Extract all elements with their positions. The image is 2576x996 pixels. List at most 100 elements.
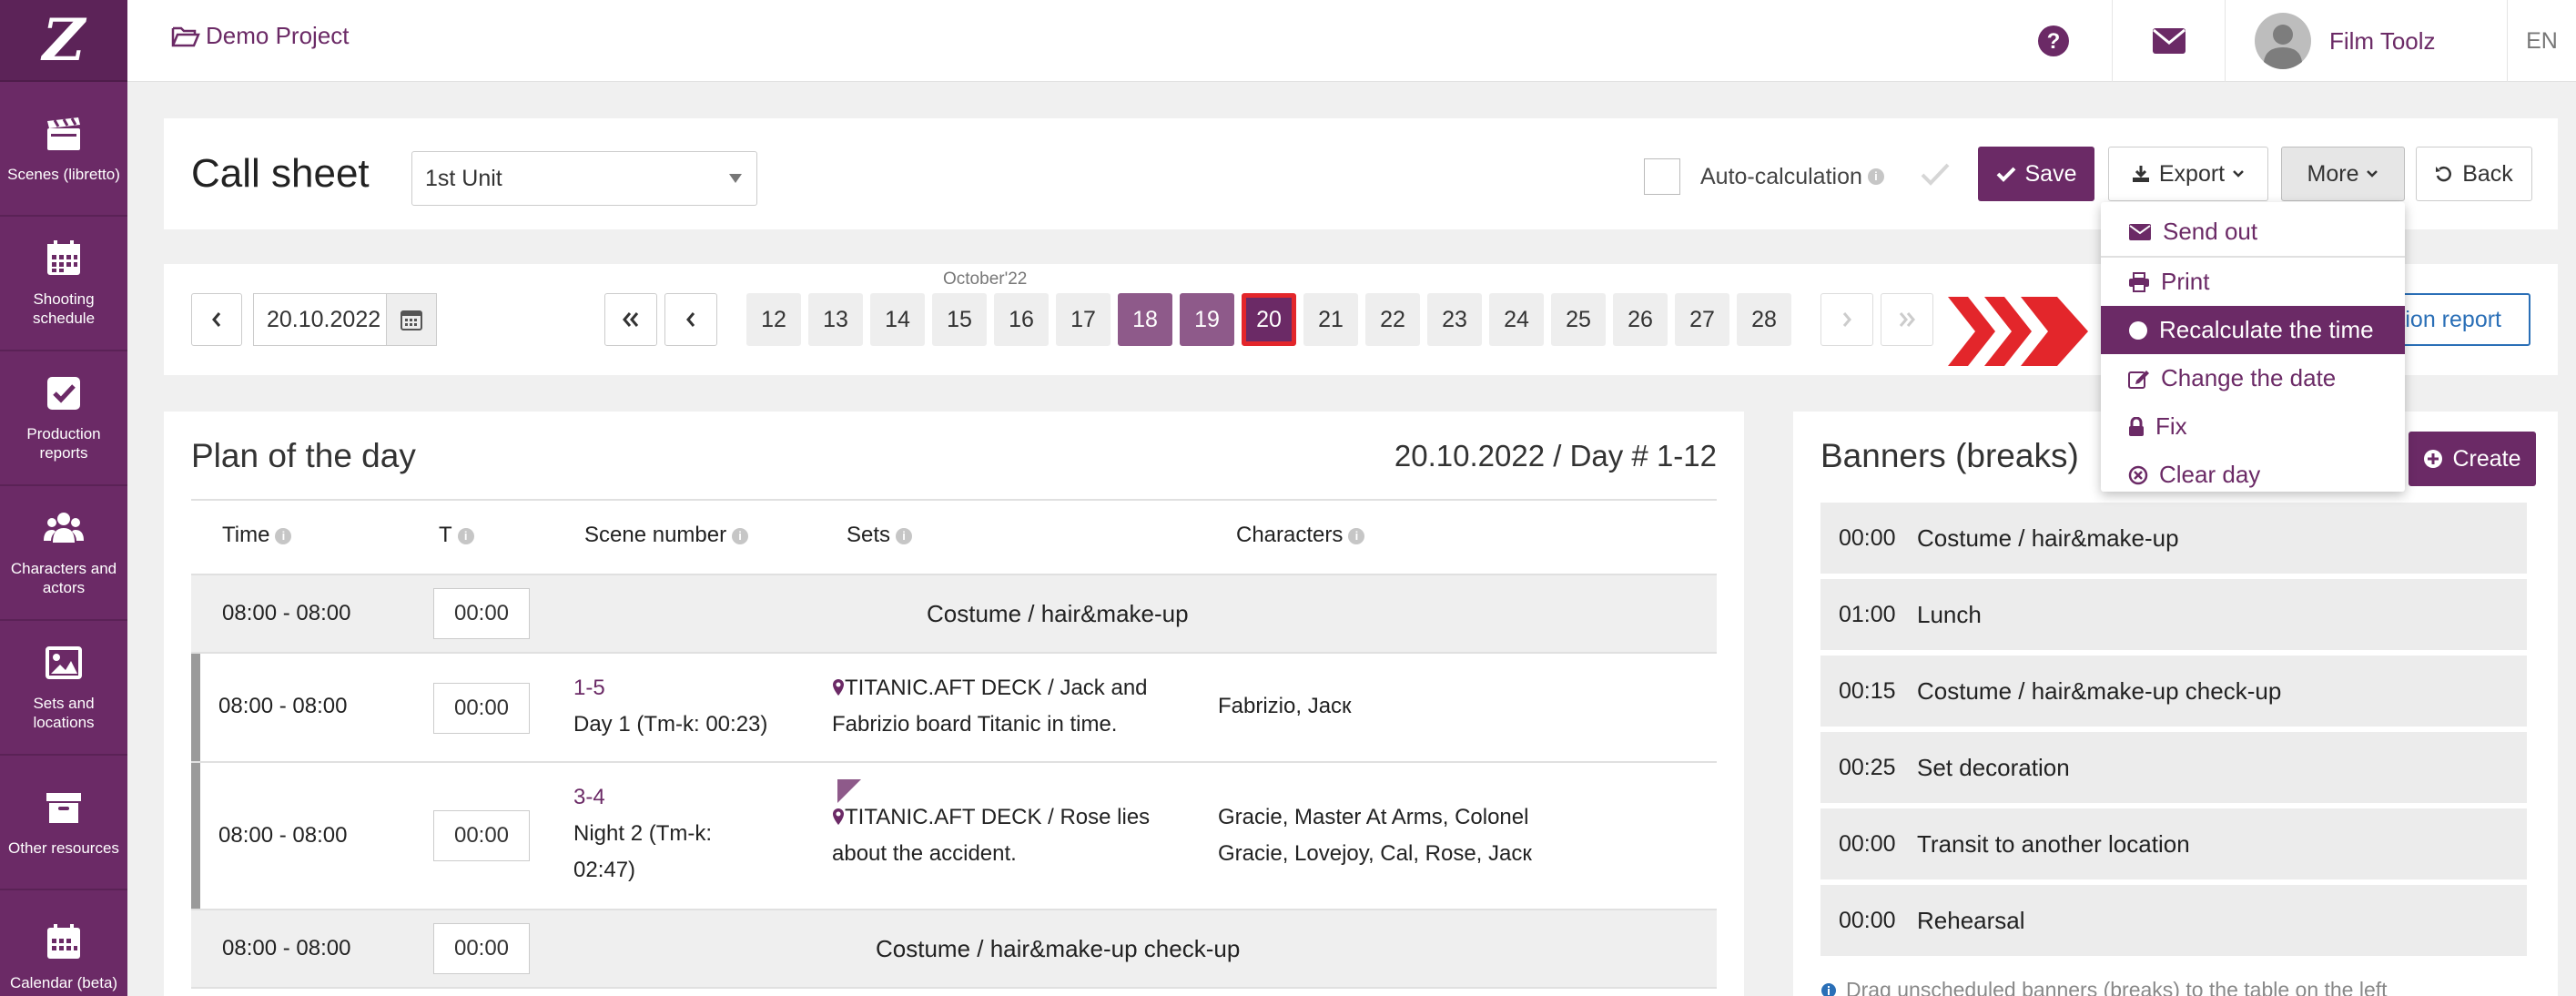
menu-item-change-date[interactable]: Change the date <box>2101 354 2405 402</box>
info-icon[interactable]: i <box>896 527 913 544</box>
auto-calculation-label: Auto-calculation <box>1700 163 1862 189</box>
day-button[interactable]: 15 <box>932 293 987 346</box>
save-button[interactable]: Save <box>1978 147 2094 201</box>
prev-date-button[interactable] <box>191 293 242 346</box>
scene-number-link[interactable]: 1-5 <box>573 670 767 706</box>
unit-select[interactable]: 1st Unit <box>411 151 757 206</box>
messages-button[interactable] <box>2112 0 2225 82</box>
table-row-banner[interactable]: 08:00 - 08:00 00:00 Costume / hair&make-… <box>191 574 1717 652</box>
day-button[interactable]: 12 <box>746 293 801 346</box>
table-row-scene[interactable]: 08:00 - 08:00 00:00 3-4 Night 2 (Tm-k: 0… <box>191 761 1717 909</box>
day-button[interactable]: 16 <box>994 293 1049 346</box>
duration-input[interactable]: 00:00 <box>433 923 530 974</box>
day-button[interactable]: 27 <box>1675 293 1729 346</box>
info-icon[interactable]: i <box>732 527 749 544</box>
language-switch[interactable]: EN <box>2507 0 2576 82</box>
column-header-scene-number[interactable]: Scene number i <box>584 523 749 548</box>
row-drag-handle[interactable] <box>191 763 200 909</box>
day-button[interactable]: 13 <box>808 293 863 346</box>
menu-item-print[interactable]: Print <box>2101 258 2405 306</box>
column-header-sets[interactable]: Sets i <box>847 523 913 548</box>
banner-item[interactable]: 00:00 Transit to another location <box>1820 808 2527 879</box>
row-banner-name: Costume / hair&make-up <box>927 600 1189 627</box>
day-button[interactable]: 21 <box>1303 293 1358 346</box>
menu-item-label: Send out <box>2163 218 2258 245</box>
day-button[interactable]: 22 <box>1365 293 1420 346</box>
info-icon[interactable]: i <box>457 527 474 544</box>
info-icon[interactable]: i <box>1867 168 1884 185</box>
banner-name: Lunch <box>1917 600 1982 628</box>
app-logo[interactable]: Z <box>0 0 127 82</box>
day-button[interactable]: 17 <box>1056 293 1111 346</box>
info-icon[interactable]: i <box>1348 527 1365 544</box>
first-page-button[interactable] <box>604 293 657 346</box>
day-button-selected[interactable]: 19 <box>1180 293 1234 346</box>
more-button[interactable]: More <box>2281 147 2405 201</box>
day-button[interactable]: 25 <box>1551 293 1606 346</box>
row-time: 08:00 - 08:00 <box>222 601 351 625</box>
picture-icon <box>46 646 82 679</box>
help-icon: ? <box>2038 25 2069 56</box>
prev-page-button[interactable] <box>664 293 717 346</box>
banner-name: Costume / hair&make-up <box>1917 523 2179 552</box>
sidebar-item-other-resources[interactable]: Other resources <box>0 756 127 890</box>
avatar <box>2255 13 2311 69</box>
banner-item[interactable]: 00:00 Rehearsal <box>1820 885 2527 956</box>
duration-input[interactable]: 00:00 <box>433 683 530 734</box>
duration-input[interactable]: 00:00 <box>433 810 530 861</box>
save-label: Save <box>2024 160 2077 187</box>
day-button[interactable]: 23 <box>1427 293 1482 346</box>
menu-item-fix[interactable]: Fix <box>2101 402 2405 451</box>
column-header-time[interactable]: Time i <box>222 523 292 548</box>
auto-calculation-checkbox[interactable] <box>1644 158 1680 195</box>
last-page-button[interactable] <box>1881 293 1933 346</box>
banner-item[interactable]: 00:00 Costume / hair&make-up <box>1820 503 2527 574</box>
banner-time: 00:25 <box>1839 754 1896 780</box>
column-header-characters[interactable]: Characters i <box>1236 523 1365 548</box>
set-description: Fabrizio board Titanic in time. <box>832 712 1118 737</box>
sidebar-item-production-reports[interactable]: Production reports <box>0 351 127 486</box>
banners-title: Banners (breaks) <box>1820 437 2079 474</box>
scene-number-link[interactable]: 3-4 <box>573 779 712 816</box>
day-button-current[interactable]: 20 <box>1242 293 1296 346</box>
banner-item[interactable]: 00:25 Set decoration <box>1820 732 2527 803</box>
row-drag-handle[interactable] <box>191 654 200 761</box>
info-icon[interactable]: i <box>275 527 292 544</box>
day-button[interactable]: 14 <box>870 293 925 346</box>
day-button[interactable]: 24 <box>1489 293 1544 346</box>
duration-input[interactable]: 00:00 <box>433 588 530 639</box>
row-time: 08:00 - 08:00 <box>218 694 348 718</box>
banner-item[interactable]: 01:00 Lunch <box>1820 579 2527 650</box>
menu-item-send-out[interactable]: Send out <box>2101 208 2405 256</box>
user-menu[interactable]: Film Toolz <box>2225 0 2507 82</box>
sidebar-item-calendar[interactable]: Calendar (beta) <box>0 890 127 996</box>
banner-item[interactable]: 00:15 Costume / hair&make-up check-up <box>1820 656 2527 727</box>
sidebar-item-sets[interactable]: Sets and locations <box>0 621 127 756</box>
date-picker-button[interactable] <box>386 293 437 346</box>
users-icon <box>44 513 84 543</box>
day-button[interactable]: 28 <box>1737 293 1791 346</box>
row-characters: Fabrizio, Jacк <box>1218 694 1352 718</box>
sidebar-item-characters[interactable]: Characters and actors <box>0 486 127 621</box>
help-button[interactable]: ? <box>1995 0 2112 82</box>
column-header-t[interactable]: Ti <box>439 523 474 548</box>
sidebar-item-scenes[interactable]: Scenes (libretto) <box>0 82 127 217</box>
day-button[interactable]: 26 <box>1613 293 1668 346</box>
table-row-banner[interactable]: 08:00 - 08:00 00:00 Costume / hair&make-… <box>191 909 1717 987</box>
row-time: 08:00 - 08:00 <box>218 823 348 848</box>
day-button-selected[interactable]: 18 <box>1118 293 1172 346</box>
back-button[interactable]: Back <box>2416 147 2532 201</box>
project-link[interactable]: Demo Project <box>171 22 350 50</box>
menu-item-recalculate-time[interactable]: Recalculate the time <box>2101 306 2405 354</box>
table-row-scene[interactable]: 08:00 - 08:00 00:00 1-5 Day 1 (Tm-k: 00:… <box>191 652 1717 761</box>
sidebar-item-shooting-schedule[interactable]: Shooting schedule <box>0 217 127 351</box>
menu-item-clear-day[interactable]: Clear day <box>2101 451 2405 499</box>
create-label: Create <box>2452 445 2521 472</box>
column-header-label: Time <box>222 523 270 547</box>
next-page-button[interactable] <box>1820 293 1873 346</box>
banner-time: 01:00 <box>1839 601 1896 627</box>
project-name: Demo Project <box>206 22 350 49</box>
export-button[interactable]: Export <box>2108 147 2268 201</box>
create-banner-button[interactable]: Create <box>2409 432 2536 486</box>
back-label: Back <box>2462 160 2513 187</box>
